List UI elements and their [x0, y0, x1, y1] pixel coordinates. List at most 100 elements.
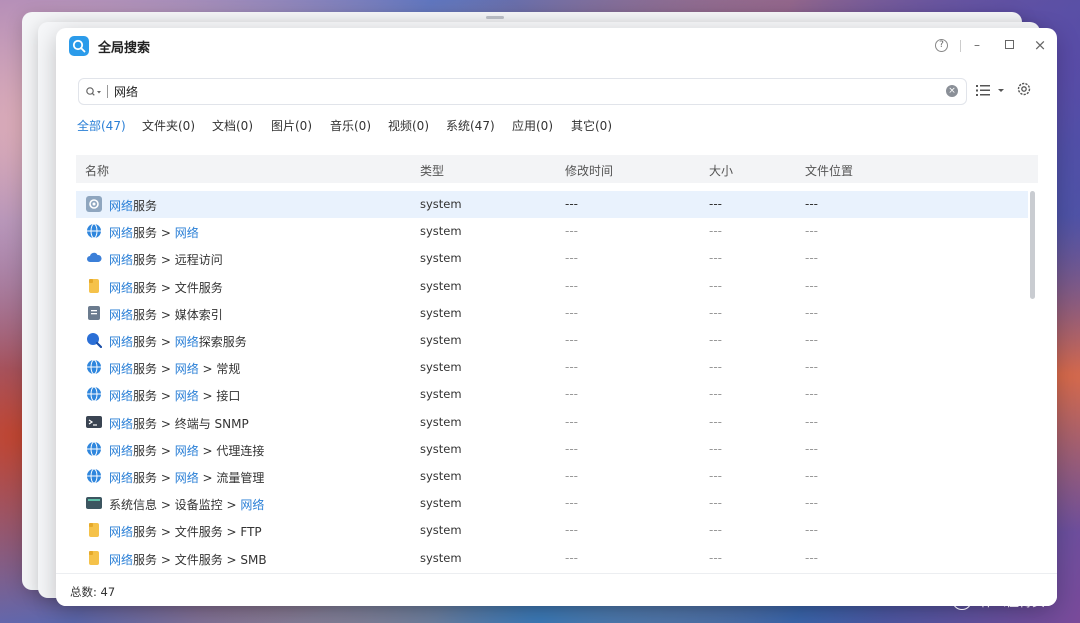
- settings-gear-icon[interactable]: [1016, 81, 1032, 97]
- minimize-icon[interactable]: –: [969, 37, 985, 53]
- tab-all[interactable]: 全部(47): [77, 117, 126, 134]
- row-type: system: [420, 333, 462, 347]
- table-row[interactable]: 网络服务 > 网络 > 流量管理 system --- --- ---: [76, 463, 1028, 490]
- global-search-window: 全局搜索 ? – × 网络 × 全部(47) 文件夹(0) 文档(0) 图片(0…: [56, 28, 1057, 606]
- row-modified: ---: [565, 251, 578, 266]
- row-name: 网络服务 > 文件服务: [109, 280, 223, 295]
- row-location: ---: [805, 197, 818, 211]
- tab-music[interactable]: 音乐(0): [330, 117, 371, 134]
- table-row[interactable]: 网络服务 > 网络探索服务 system --- --- ---: [76, 327, 1028, 354]
- table-row[interactable]: 网络服务 > 网络 system --- --- ---: [76, 218, 1028, 245]
- row-location: ---: [805, 360, 818, 375]
- scrollbar-thumb[interactable]: [1030, 191, 1035, 299]
- row-modified: ---: [565, 496, 578, 511]
- folder-icon: [86, 550, 102, 566]
- tab-folders[interactable]: 文件夹(0): [142, 117, 195, 134]
- table-row[interactable]: 网络服务 > 网络 > 接口 system --- --- ---: [76, 381, 1028, 408]
- row-name: 网络服务 > 网络 > 接口: [109, 389, 241, 404]
- column-header-size[interactable]: 大小: [709, 162, 733, 179]
- column-header-location[interactable]: 文件位置: [805, 162, 853, 179]
- table-row[interactable]: 网络服务 > 终端与 SNMP system --- --- ---: [76, 409, 1028, 436]
- globe-icon: [86, 359, 102, 375]
- row-size: ---: [709, 360, 722, 375]
- table-row[interactable]: 网络服务 system --- --- ---: [76, 191, 1028, 218]
- table-row[interactable]: 网络服务 > 媒体索引 system --- --- ---: [76, 300, 1028, 327]
- row-location: ---: [805, 441, 818, 456]
- row-type: system: [420, 441, 462, 456]
- tab-system[interactable]: 系统(47): [446, 117, 495, 134]
- row-type: system: [420, 278, 462, 293]
- folder-icon: [86, 278, 102, 294]
- search-input[interactable]: 网络: [114, 83, 138, 100]
- row-size: ---: [709, 224, 722, 239]
- row-modified: ---: [565, 224, 578, 239]
- column-header-name[interactable]: 名称: [85, 162, 109, 179]
- monitor-icon: [86, 495, 102, 511]
- maximize-icon[interactable]: [1001, 37, 1017, 53]
- row-type: system: [420, 305, 462, 320]
- gear-icon: [86, 196, 102, 212]
- globe-icon: [86, 468, 102, 484]
- row-modified: ---: [565, 197, 578, 211]
- tab-images[interactable]: 图片(0): [271, 117, 312, 134]
- row-modified: ---: [565, 523, 578, 538]
- row-size: ---: [709, 305, 722, 320]
- tab-videos[interactable]: 视频(0): [388, 117, 429, 134]
- table-row[interactable]: 网络服务 > 网络 > 常规 system --- --- ---: [76, 354, 1028, 381]
- row-modified: ---: [565, 441, 578, 456]
- row-location: ---: [805, 496, 818, 511]
- row-location: ---: [805, 333, 818, 347]
- row-size: ---: [709, 197, 722, 211]
- column-header-modified[interactable]: 修改时间: [565, 162, 613, 179]
- watermark-text: 什么值得买: [980, 595, 1046, 610]
- row-type: system: [420, 550, 462, 565]
- row-size: ---: [709, 550, 722, 565]
- row-modified: ---: [565, 278, 578, 293]
- clear-search-icon[interactable]: ×: [946, 85, 958, 97]
- watermark: 值 什么值得买: [952, 590, 1074, 610]
- row-size: ---: [709, 469, 722, 483]
- window-drag-handle[interactable]: [486, 16, 504, 19]
- help-icon[interactable]: ?: [935, 39, 948, 52]
- tab-apps[interactable]: 应用(0): [512, 117, 553, 134]
- search-field[interactable]: 网络 ×: [78, 78, 967, 105]
- row-type: system: [420, 387, 462, 402]
- row-type: system: [420, 469, 462, 483]
- table-row[interactable]: 网络服务 > 远程访问 system --- --- ---: [76, 245, 1028, 272]
- row-size: ---: [709, 441, 722, 456]
- view-mode-dropdown[interactable]: [976, 82, 1006, 98]
- tab-documents[interactable]: 文档(0): [212, 117, 253, 134]
- table-row[interactable]: 网络服务 > 文件服务 system --- --- ---: [76, 273, 1028, 300]
- column-header-type[interactable]: 类型: [420, 162, 444, 179]
- row-name: 网络服务 > 文件服务 > FTP: [109, 525, 262, 540]
- row-modified: ---: [565, 469, 578, 483]
- row-size: ---: [709, 414, 722, 429]
- row-location: ---: [805, 387, 818, 402]
- close-icon[interactable]: ×: [1032, 37, 1048, 53]
- control-divider: [960, 40, 961, 52]
- status-footer: 总数: 47: [56, 573, 1057, 606]
- row-location: ---: [805, 523, 818, 538]
- globe-icon: [86, 223, 102, 239]
- row-name: 网络服务: [109, 199, 158, 213]
- table-row[interactable]: 网络服务 > 文件服务 > SMB system --- --- ---: [76, 545, 1028, 572]
- table-row[interactable]: 网络服务 > 网络 > 代理连接 system --- --- ---: [76, 436, 1028, 463]
- row-modified: ---: [565, 360, 578, 375]
- row-modified: ---: [565, 305, 578, 320]
- title-bar[interactable]: 全局搜索 ? – ×: [56, 28, 1057, 64]
- tab-other[interactable]: 其它(0): [571, 117, 612, 134]
- media-index-icon: [86, 305, 102, 321]
- row-name: 网络服务 > 网络探索服务: [109, 335, 247, 349]
- table-row[interactable]: 网络服务 > 文件服务 > FTP system --- --- ---: [76, 517, 1028, 544]
- row-name: 网络服务 > 网络 > 常规: [109, 362, 241, 377]
- table-header: 名称 类型 修改时间 大小 文件位置: [76, 155, 1038, 183]
- folder-icon: [86, 522, 102, 538]
- search-scope-dropdown[interactable]: [85, 84, 105, 98]
- row-type: system: [420, 496, 462, 511]
- globe-icon: [86, 441, 102, 457]
- row-name: 网络服务 > 网络: [109, 226, 199, 241]
- table-row[interactable]: 系统信息 > 设备监控 > 网络 system --- --- ---: [76, 490, 1028, 517]
- row-modified: ---: [565, 333, 578, 347]
- row-size: ---: [709, 278, 722, 293]
- row-location: ---: [805, 305, 818, 320]
